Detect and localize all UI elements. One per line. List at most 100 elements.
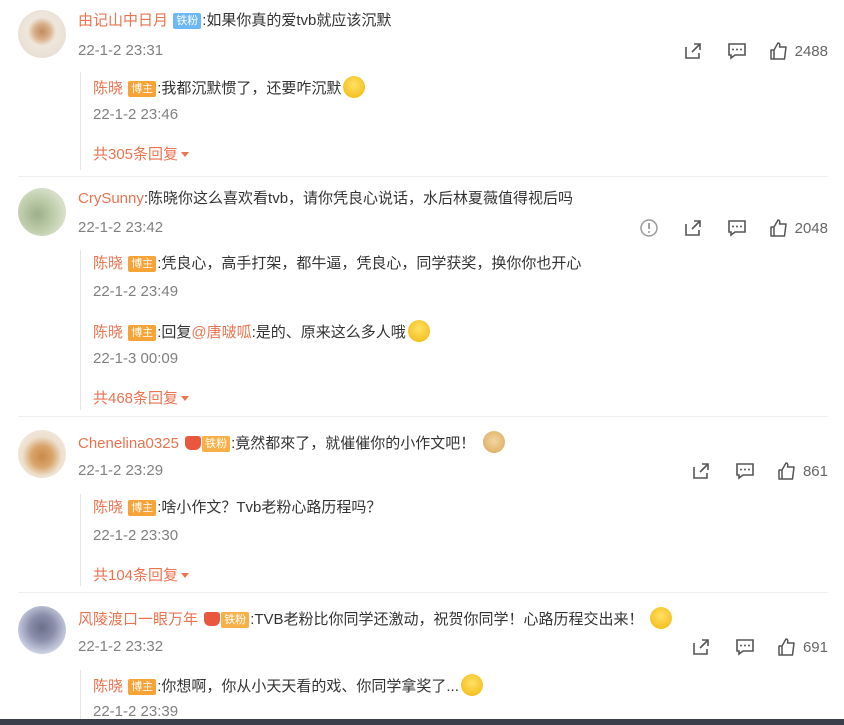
comment-time: 22-1-2 23:42 <box>78 219 164 236</box>
reply-time: 22-1-2 23:46 <box>93 106 179 123</box>
like-count: 861 <box>802 462 828 480</box>
crown-icon <box>204 612 221 626</box>
comment-username[interactable]: 由记山中日月 <box>78 12 168 29</box>
share-button[interactable] <box>679 635 723 659</box>
more-replies-label: 共305条回复 <box>93 146 179 163</box>
fan-badge: 铁粉 <box>173 13 202 29</box>
surprised-emoji-icon <box>407 320 430 342</box>
like-button[interactable]: 2488 <box>769 39 828 63</box>
host-badge: 博主 <box>128 81 157 97</box>
comment-button[interactable] <box>715 216 759 240</box>
reply-time: 22-1-3 00:09 <box>93 350 179 367</box>
reply-text: :凭良心，高手打架，都牛逼，凭良心，同学获奖，换你你也开心 <box>157 255 582 272</box>
more-replies-label: 共104条回复 <box>93 567 179 584</box>
reply-time: 22-1-2 23:39 <box>93 703 179 720</box>
reply-username[interactable]: 陈晓 <box>93 499 123 516</box>
reply-line: 陈晓 博主:啥小作文？Tvb老粉心路历程吗？ <box>93 498 381 518</box>
reply-text: :我都沉默惯了，还要咋沉默 <box>157 80 342 97</box>
share-icon <box>684 43 701 59</box>
like-count: 2488 <box>794 42 828 60</box>
like-button[interactable]: 2048 <box>769 216 828 240</box>
doge-emoji-icon <box>483 431 506 453</box>
comment-item: 由记山中日月 铁粉:如果你真的爱tvb就应该沉默 22-1-2 23:31 24… <box>0 0 844 180</box>
like-count: 2048 <box>794 219 828 237</box>
like-icon <box>769 42 787 60</box>
reply-line: 陈晓 博主:我都沉默惯了，还要咋沉默 <box>93 76 366 99</box>
comment-line: CrySunny:陈晓你这么喜欢看tvb，请你凭良心说话，水后林夏薇值得视后吗 <box>78 189 573 209</box>
share-icon <box>684 220 701 236</box>
like-button[interactable]: 861 <box>777 459 828 483</box>
host-badge: 博主 <box>128 325 157 341</box>
fan-badge: 铁粉 <box>221 612 250 628</box>
reply-line: 陈晓 博主:凭良心，高手打架，都牛逼，凭良心，同学获奖，换你你也开心 <box>93 254 581 274</box>
reply-time: 22-1-2 23:49 <box>93 283 179 300</box>
grin-emoji-icon <box>649 607 672 629</box>
comment-item: CrySunny:陈晓你这么喜欢看tvb，请你凭良心说话，水后林夏薇值得视后吗 … <box>0 178 844 418</box>
reply-time: 22-1-2 23:30 <box>93 527 179 544</box>
like-icon <box>778 462 795 480</box>
comment-actions: 2488 <box>671 39 828 63</box>
reply-list: 陈晓 博主:凭良心，高手打架，都牛逼，凭良心，同学获奖，换你你也开心 22-1-… <box>80 250 821 410</box>
avatar[interactable] <box>18 188 66 236</box>
comment-item: 风陵渡口一眼万年 铁粉:TVB老粉比你同学还激动，祝贺你同学！心路历程交出来！ … <box>0 594 844 720</box>
surprised-emoji-icon <box>460 674 483 696</box>
laugh-cry-emoji-icon <box>343 76 366 98</box>
host-badge: 博主 <box>128 679 157 695</box>
reply-list: 陈晓 博主:我都沉默惯了，还要咋沉默 22-1-2 23:46 共305条回复 <box>80 72 821 170</box>
avatar[interactable] <box>18 430 66 478</box>
comment-actions: 2048 <box>627 216 828 240</box>
reply-username[interactable]: 陈晓 <box>93 80 123 97</box>
comment-actions: 861 <box>679 459 828 483</box>
share-button[interactable] <box>671 39 715 63</box>
caret-down-icon <box>181 573 190 578</box>
comment-username[interactable]: CrySunny <box>78 190 144 207</box>
more-replies-link[interactable]: 共305条回复 <box>93 143 190 164</box>
comment-icon <box>736 463 754 480</box>
like-count: 691 <box>802 638 828 656</box>
reply-text: :啥小作文？Tvb老粉心路历程吗？ <box>157 499 382 516</box>
fan-badge: 铁粉 <box>202 436 231 452</box>
share-button[interactable] <box>671 216 715 240</box>
report-icon <box>639 219 658 237</box>
mention-link[interactable]: @唐啵呱 <box>191 324 251 341</box>
comment-button[interactable] <box>723 635 767 659</box>
comment-button[interactable] <box>715 39 759 63</box>
comment-button[interactable] <box>723 459 767 483</box>
reply-text: :你想啊，你从小天天看的戏、你同学拿奖了... <box>157 678 459 695</box>
comment-text: :陈晓你这么喜欢看tvb，请你凭良心说话，水后林夏薇值得视后吗 <box>143 190 574 207</box>
comment-line: 由记山中日月 铁粉:如果你真的爱tvb就应该沉默 <box>78 11 391 31</box>
comment-text: :TVB老粉比你同学还激动，祝贺你同学！心路历程交出来！ <box>250 611 644 628</box>
avatar[interactable] <box>18 606 66 654</box>
bottom-bar <box>0 719 844 725</box>
comment-icon <box>727 220 746 237</box>
reply-line: 陈晓 博主:你想啊，你从小天天看的戏、你同学拿奖了... <box>93 674 483 697</box>
comment-icon <box>736 639 754 656</box>
share-icon <box>693 639 709 655</box>
comment-line: Chenelina0325 铁粉:竟然都來了，就催催你的小作文吧！ <box>78 431 506 454</box>
divider <box>18 176 828 177</box>
more-replies-link[interactable]: 共104条回复 <box>93 564 190 585</box>
reply-username[interactable]: 陈晓 <box>93 255 123 272</box>
comment-icon <box>727 43 746 60</box>
reply-list: 陈晓 博主:你想啊，你从小天天看的戏、你同学拿奖了... 22-1-2 23:3… <box>80 670 821 720</box>
reply-username[interactable]: 陈晓 <box>93 678 123 695</box>
like-button[interactable]: 691 <box>777 635 828 659</box>
reply-username[interactable]: 陈晓 <box>93 324 123 341</box>
divider <box>18 592 828 593</box>
share-button[interactable] <box>679 459 723 483</box>
comment-time: 22-1-2 23:32 <box>78 638 164 655</box>
divider <box>18 416 828 417</box>
more-replies-link[interactable]: 共468条回复 <box>93 387 190 408</box>
reply-text: :是的、原来这么多人哦 <box>251 324 406 341</box>
comment-username[interactable]: Chenelina0325 <box>78 435 179 452</box>
reply-line: 陈晓 博主:回复@唐啵呱:是的、原来这么多人哦 <box>93 320 430 343</box>
comment-username[interactable]: 风陵渡口一眼万年 <box>78 611 198 628</box>
reply-list: 陈晓 博主:啥小作文？Tvb老粉心路历程吗？ 22-1-2 23:30 共104… <box>80 494 821 586</box>
crown-icon <box>185 436 202 450</box>
host-badge: 博主 <box>128 256 157 272</box>
report-button[interactable] <box>627 216 671 240</box>
avatar[interactable] <box>18 10 66 58</box>
comment-text: :如果你真的爱tvb就应该沉默 <box>202 12 392 29</box>
like-icon <box>778 638 795 656</box>
comment-actions: 691 <box>679 635 828 659</box>
